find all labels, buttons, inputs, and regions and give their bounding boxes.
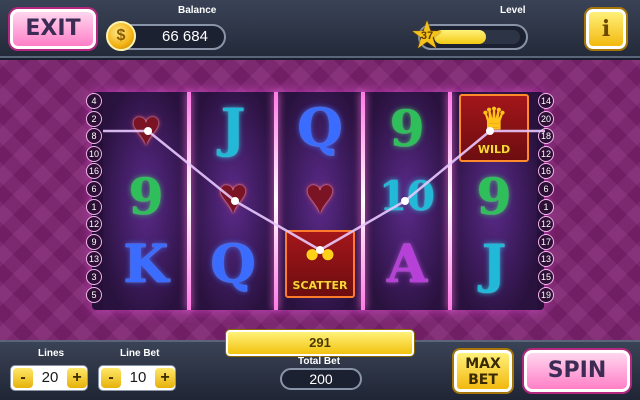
- lines-stepper: - 20 +: [10, 365, 88, 391]
- win-display: 291: [226, 330, 414, 356]
- max-bet-label-line1: MAX: [465, 356, 501, 372]
- line-bet-label: Line Bet: [120, 348, 160, 359]
- spin-button[interactable]: SPIN: [524, 350, 630, 392]
- line-bet-value: 10: [129, 369, 147, 386]
- total-bet-label: Total Bet: [298, 356, 341, 367]
- max-bet-button[interactable]: MAX BET: [454, 350, 512, 392]
- line-bet-stepper: - 10 +: [98, 365, 176, 391]
- lines-minus-button[interactable]: -: [13, 368, 33, 388]
- lines-plus-button[interactable]: +: [67, 368, 87, 388]
- lines-value: 20: [41, 369, 59, 386]
- line-bet-plus-button[interactable]: +: [155, 368, 175, 388]
- line-bet-minus-button[interactable]: -: [101, 368, 121, 388]
- lines-label: Lines: [38, 348, 65, 359]
- max-bet-label-line2: BET: [468, 372, 498, 388]
- total-bet-value: 200: [280, 368, 362, 390]
